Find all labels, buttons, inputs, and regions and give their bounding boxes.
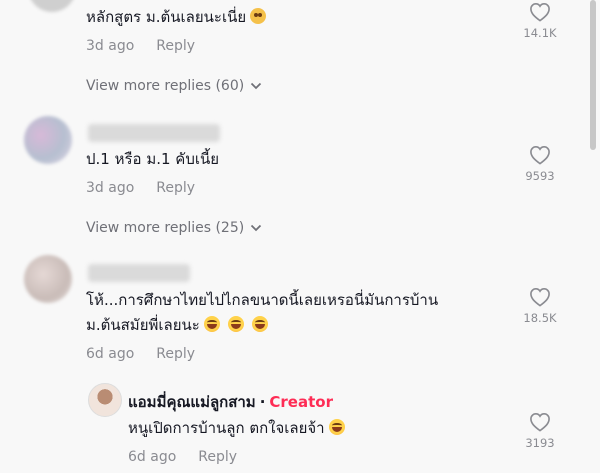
comment-meta: 3d ago Reply bbox=[86, 38, 195, 54]
reply-button[interactable]: Reply bbox=[198, 449, 237, 465]
creator-badge: Creator bbox=[269, 393, 333, 411]
heart-outline-icon bbox=[530, 2, 550, 22]
reply-button[interactable]: Reply bbox=[156, 180, 195, 196]
view-more-label: View more replies (60) bbox=[86, 78, 245, 94]
flushed-emoji bbox=[250, 8, 267, 24]
comment-text-content: หลักสูตร ม.ต้นเลยนะเนี่ย bbox=[86, 8, 247, 26]
grinning-emoji bbox=[227, 316, 244, 332]
view-more-replies[interactable]: View more replies (60) bbox=[86, 78, 262, 94]
comment-text-content: หนูเปิดการบ้านลูก ตกใจเลยจ้า bbox=[128, 419, 325, 437]
avatar[interactable] bbox=[24, 255, 72, 303]
heart-outline-icon bbox=[530, 145, 550, 165]
separator: · bbox=[259, 393, 266, 411]
heart-outline-icon bbox=[530, 412, 550, 432]
comment-meta: 6d ago Reply bbox=[128, 449, 237, 465]
comment-text-content: ป.1 หรือ ม.1 คับเนี้ย bbox=[86, 150, 220, 168]
comment-meta: 3d ago Reply bbox=[86, 180, 195, 196]
comment-text: ป.1 หรือ ม.1 คับเนี้ย bbox=[86, 148, 219, 170]
username-blurred[interactable] bbox=[88, 124, 220, 142]
timestamp: 6d ago bbox=[128, 449, 177, 465]
view-more-label: View more replies (25) bbox=[86, 220, 245, 236]
avatar[interactable] bbox=[28, 0, 76, 12]
like-button[interactable]: 14.1K bbox=[510, 2, 570, 40]
like-count: 3193 bbox=[525, 436, 555, 450]
creator-username[interactable]: แอมมี่คุณแม่ลูกสาม bbox=[128, 393, 256, 411]
like-button[interactable]: 3193 bbox=[510, 412, 570, 450]
timestamp: 6d ago bbox=[86, 346, 135, 362]
comment-text-line: ม.ต้นสมัยพี่เลยนะ bbox=[86, 316, 200, 334]
grinning-emoji bbox=[203, 316, 220, 332]
username-blurred[interactable] bbox=[88, 264, 190, 282]
view-more-replies[interactable]: View more replies (25) bbox=[86, 220, 262, 236]
reply-button[interactable]: Reply bbox=[156, 38, 195, 54]
heart-outline-icon bbox=[530, 287, 550, 307]
comment-text: หลักสูตร ม.ต้นเลยนะเนี่ย bbox=[86, 6, 267, 28]
timestamp: 3d ago bbox=[86, 38, 135, 54]
avatar[interactable] bbox=[24, 116, 72, 164]
like-button[interactable]: 18.5K bbox=[510, 287, 570, 325]
comment-meta: 6d ago Reply bbox=[86, 346, 195, 362]
like-count: 18.5K bbox=[523, 311, 557, 325]
creator-name-row: แอมมี่คุณแม่ลูกสาม · Creator bbox=[128, 390, 333, 414]
grinning-emoji bbox=[251, 316, 268, 332]
comment-text-line: โห้...การศึกษาไทยไปไกลขนาดนี้เลยเหรอนี่ม… bbox=[86, 291, 439, 309]
like-count: 9593 bbox=[525, 169, 555, 183]
reply-button[interactable]: Reply bbox=[156, 346, 195, 362]
comment-text: ม.ต้นสมัยพี่เลยนะ bbox=[86, 314, 268, 336]
timestamp: 3d ago bbox=[86, 180, 135, 196]
chevron-down-icon bbox=[251, 224, 262, 232]
grinning-emoji bbox=[328, 419, 345, 435]
creator-avatar[interactable] bbox=[88, 383, 122, 417]
chevron-down-icon bbox=[251, 82, 262, 90]
like-button[interactable]: 9593 bbox=[510, 145, 570, 183]
comment-text: หนูเปิดการบ้านลูก ตกใจเลยจ้า bbox=[128, 417, 345, 439]
comment-text: โห้...การศึกษาไทยไปไกลขนาดนี้เลยเหรอนี่ม… bbox=[86, 289, 438, 311]
like-count: 14.1K bbox=[523, 26, 557, 40]
scrollbar[interactable] bbox=[590, 0, 596, 150]
